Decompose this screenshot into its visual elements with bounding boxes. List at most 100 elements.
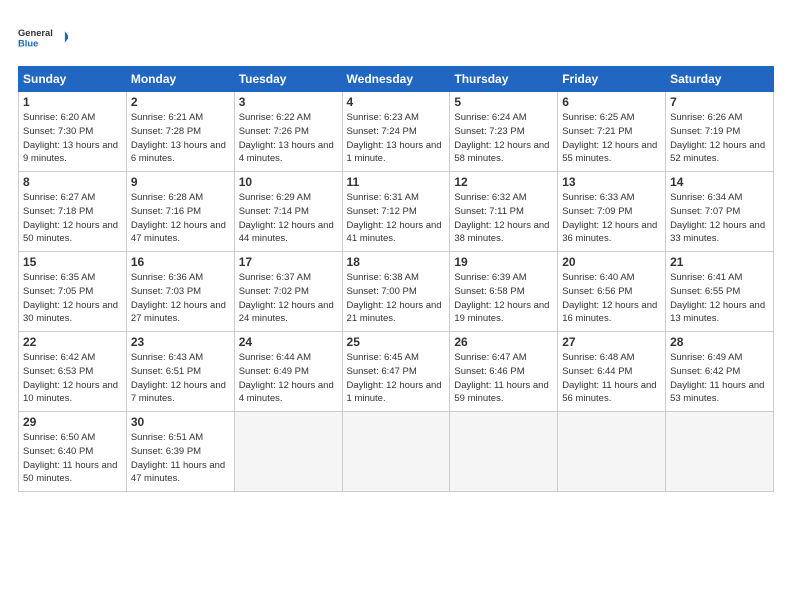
sunset-label: Sunset: 7:09 PM xyxy=(562,206,632,217)
day-info: Sunrise: 6:29 AM Sunset: 7:14 PM Dayligh… xyxy=(239,191,338,246)
sunrise-label: Sunrise: 6:37 AM xyxy=(239,272,311,283)
sunset-label: Sunset: 7:24 PM xyxy=(347,126,417,137)
daylight-label: Daylight: 12 hours and 47 minutes. xyxy=(131,220,226,245)
daylight-label: Daylight: 12 hours and 16 minutes. xyxy=(562,300,657,325)
day-number: 15 xyxy=(23,255,122,269)
sunset-label: Sunset: 7:02 PM xyxy=(239,286,309,297)
sunrise-label: Sunrise: 6:48 AM xyxy=(562,352,634,363)
day-info: Sunrise: 6:22 AM Sunset: 7:26 PM Dayligh… xyxy=(239,111,338,166)
sunset-label: Sunset: 7:23 PM xyxy=(454,126,524,137)
daylight-label: Daylight: 13 hours and 4 minutes. xyxy=(239,140,334,165)
sunset-label: Sunset: 6:56 PM xyxy=(562,286,632,297)
calendar-cell: 8 Sunrise: 6:27 AM Sunset: 7:18 PM Dayli… xyxy=(19,172,127,252)
day-number: 2 xyxy=(131,95,230,109)
calendar-week-2: 8 Sunrise: 6:27 AM Sunset: 7:18 PM Dayli… xyxy=(19,172,774,252)
day-number: 21 xyxy=(670,255,769,269)
day-number: 18 xyxy=(347,255,446,269)
page: General Blue SundayMondayTuesdayWednesda… xyxy=(0,0,792,502)
daylight-label: Daylight: 12 hours and 27 minutes. xyxy=(131,300,226,325)
day-info: Sunrise: 6:40 AM Sunset: 6:56 PM Dayligh… xyxy=(562,271,661,326)
column-header-sunday: Sunday xyxy=(19,67,127,92)
daylight-label: Daylight: 11 hours and 59 minutes. xyxy=(454,380,548,405)
sunset-label: Sunset: 6:47 PM xyxy=(347,366,417,377)
daylight-label: Daylight: 11 hours and 50 minutes. xyxy=(23,460,117,485)
day-number: 6 xyxy=(562,95,661,109)
sunrise-label: Sunrise: 6:33 AM xyxy=(562,192,634,203)
day-info: Sunrise: 6:43 AM Sunset: 6:51 PM Dayligh… xyxy=(131,351,230,406)
day-info: Sunrise: 6:32 AM Sunset: 7:11 PM Dayligh… xyxy=(454,191,553,246)
sunrise-label: Sunrise: 6:42 AM xyxy=(23,352,95,363)
day-info: Sunrise: 6:41 AM Sunset: 6:55 PM Dayligh… xyxy=(670,271,769,326)
day-number: 13 xyxy=(562,175,661,189)
day-number: 27 xyxy=(562,335,661,349)
sunrise-label: Sunrise: 6:36 AM xyxy=(131,272,203,283)
sunrise-label: Sunrise: 6:21 AM xyxy=(131,112,203,123)
daylight-label: Daylight: 12 hours and 21 minutes. xyxy=(347,300,442,325)
day-info: Sunrise: 6:23 AM Sunset: 7:24 PM Dayligh… xyxy=(347,111,446,166)
day-number: 23 xyxy=(131,335,230,349)
sunrise-label: Sunrise: 6:24 AM xyxy=(454,112,526,123)
day-number: 16 xyxy=(131,255,230,269)
day-number: 17 xyxy=(239,255,338,269)
calendar-cell: 22 Sunrise: 6:42 AM Sunset: 6:53 PM Dayl… xyxy=(19,332,127,412)
sunset-label: Sunset: 7:30 PM xyxy=(23,126,93,137)
calendar-cell: 1 Sunrise: 6:20 AM Sunset: 7:30 PM Dayli… xyxy=(19,92,127,172)
day-number: 4 xyxy=(347,95,446,109)
sunrise-label: Sunrise: 6:20 AM xyxy=(23,112,95,123)
calendar-cell: 11 Sunrise: 6:31 AM Sunset: 7:12 PM Dayl… xyxy=(342,172,450,252)
day-number: 8 xyxy=(23,175,122,189)
day-number: 20 xyxy=(562,255,661,269)
daylight-label: Daylight: 11 hours and 56 minutes. xyxy=(562,380,656,405)
sunrise-label: Sunrise: 6:49 AM xyxy=(670,352,742,363)
day-number: 11 xyxy=(347,175,446,189)
calendar-cell: 17 Sunrise: 6:37 AM Sunset: 7:02 PM Dayl… xyxy=(234,252,342,332)
calendar-cell: 24 Sunrise: 6:44 AM Sunset: 6:49 PM Dayl… xyxy=(234,332,342,412)
calendar-cell: 14 Sunrise: 6:34 AM Sunset: 7:07 PM Dayl… xyxy=(666,172,774,252)
day-info: Sunrise: 6:26 AM Sunset: 7:19 PM Dayligh… xyxy=(670,111,769,166)
sunset-label: Sunset: 6:53 PM xyxy=(23,366,93,377)
day-info: Sunrise: 6:45 AM Sunset: 6:47 PM Dayligh… xyxy=(347,351,446,406)
sunset-label: Sunset: 6:46 PM xyxy=(454,366,524,377)
sunrise-label: Sunrise: 6:44 AM xyxy=(239,352,311,363)
day-number: 25 xyxy=(347,335,446,349)
daylight-label: Daylight: 12 hours and 30 minutes. xyxy=(23,300,118,325)
daylight-label: Daylight: 12 hours and 41 minutes. xyxy=(347,220,442,245)
sunset-label: Sunset: 6:55 PM xyxy=(670,286,740,297)
calendar-cell: 12 Sunrise: 6:32 AM Sunset: 7:11 PM Dayl… xyxy=(450,172,558,252)
sunset-label: Sunset: 7:19 PM xyxy=(670,126,740,137)
column-header-tuesday: Tuesday xyxy=(234,67,342,92)
calendar-cell: 28 Sunrise: 6:49 AM Sunset: 6:42 PM Dayl… xyxy=(666,332,774,412)
daylight-label: Daylight: 11 hours and 53 minutes. xyxy=(670,380,764,405)
daylight-label: Daylight: 12 hours and 13 minutes. xyxy=(670,300,765,325)
calendar-cell: 13 Sunrise: 6:33 AM Sunset: 7:09 PM Dayl… xyxy=(558,172,666,252)
day-number: 3 xyxy=(239,95,338,109)
calendar-cell: 5 Sunrise: 6:24 AM Sunset: 7:23 PM Dayli… xyxy=(450,92,558,172)
sunset-label: Sunset: 7:14 PM xyxy=(239,206,309,217)
sunset-label: Sunset: 6:39 PM xyxy=(131,446,201,457)
day-info: Sunrise: 6:35 AM Sunset: 7:05 PM Dayligh… xyxy=(23,271,122,326)
day-number: 19 xyxy=(454,255,553,269)
calendar-cell xyxy=(342,412,450,492)
sunset-label: Sunset: 7:28 PM xyxy=(131,126,201,137)
daylight-label: Daylight: 12 hours and 50 minutes. xyxy=(23,220,118,245)
calendar-cell: 2 Sunrise: 6:21 AM Sunset: 7:28 PM Dayli… xyxy=(126,92,234,172)
calendar-cell: 6 Sunrise: 6:25 AM Sunset: 7:21 PM Dayli… xyxy=(558,92,666,172)
sunset-label: Sunset: 6:49 PM xyxy=(239,366,309,377)
calendar-cell: 3 Sunrise: 6:22 AM Sunset: 7:26 PM Dayli… xyxy=(234,92,342,172)
column-header-thursday: Thursday xyxy=(450,67,558,92)
day-number: 24 xyxy=(239,335,338,349)
calendar-cell: 20 Sunrise: 6:40 AM Sunset: 6:56 PM Dayl… xyxy=(558,252,666,332)
calendar-cell: 25 Sunrise: 6:45 AM Sunset: 6:47 PM Dayl… xyxy=(342,332,450,412)
sunset-label: Sunset: 7:11 PM xyxy=(454,206,524,217)
day-number: 28 xyxy=(670,335,769,349)
sunrise-label: Sunrise: 6:35 AM xyxy=(23,272,95,283)
header: General Blue xyxy=(18,18,774,56)
day-info: Sunrise: 6:36 AM Sunset: 7:03 PM Dayligh… xyxy=(131,271,230,326)
day-number: 29 xyxy=(23,415,122,429)
day-number: 9 xyxy=(131,175,230,189)
calendar-cell: 19 Sunrise: 6:39 AM Sunset: 6:58 PM Dayl… xyxy=(450,252,558,332)
daylight-label: Daylight: 12 hours and 33 minutes. xyxy=(670,220,765,245)
sunrise-label: Sunrise: 6:43 AM xyxy=(131,352,203,363)
sunset-label: Sunset: 7:16 PM xyxy=(131,206,201,217)
day-info: Sunrise: 6:20 AM Sunset: 7:30 PM Dayligh… xyxy=(23,111,122,166)
